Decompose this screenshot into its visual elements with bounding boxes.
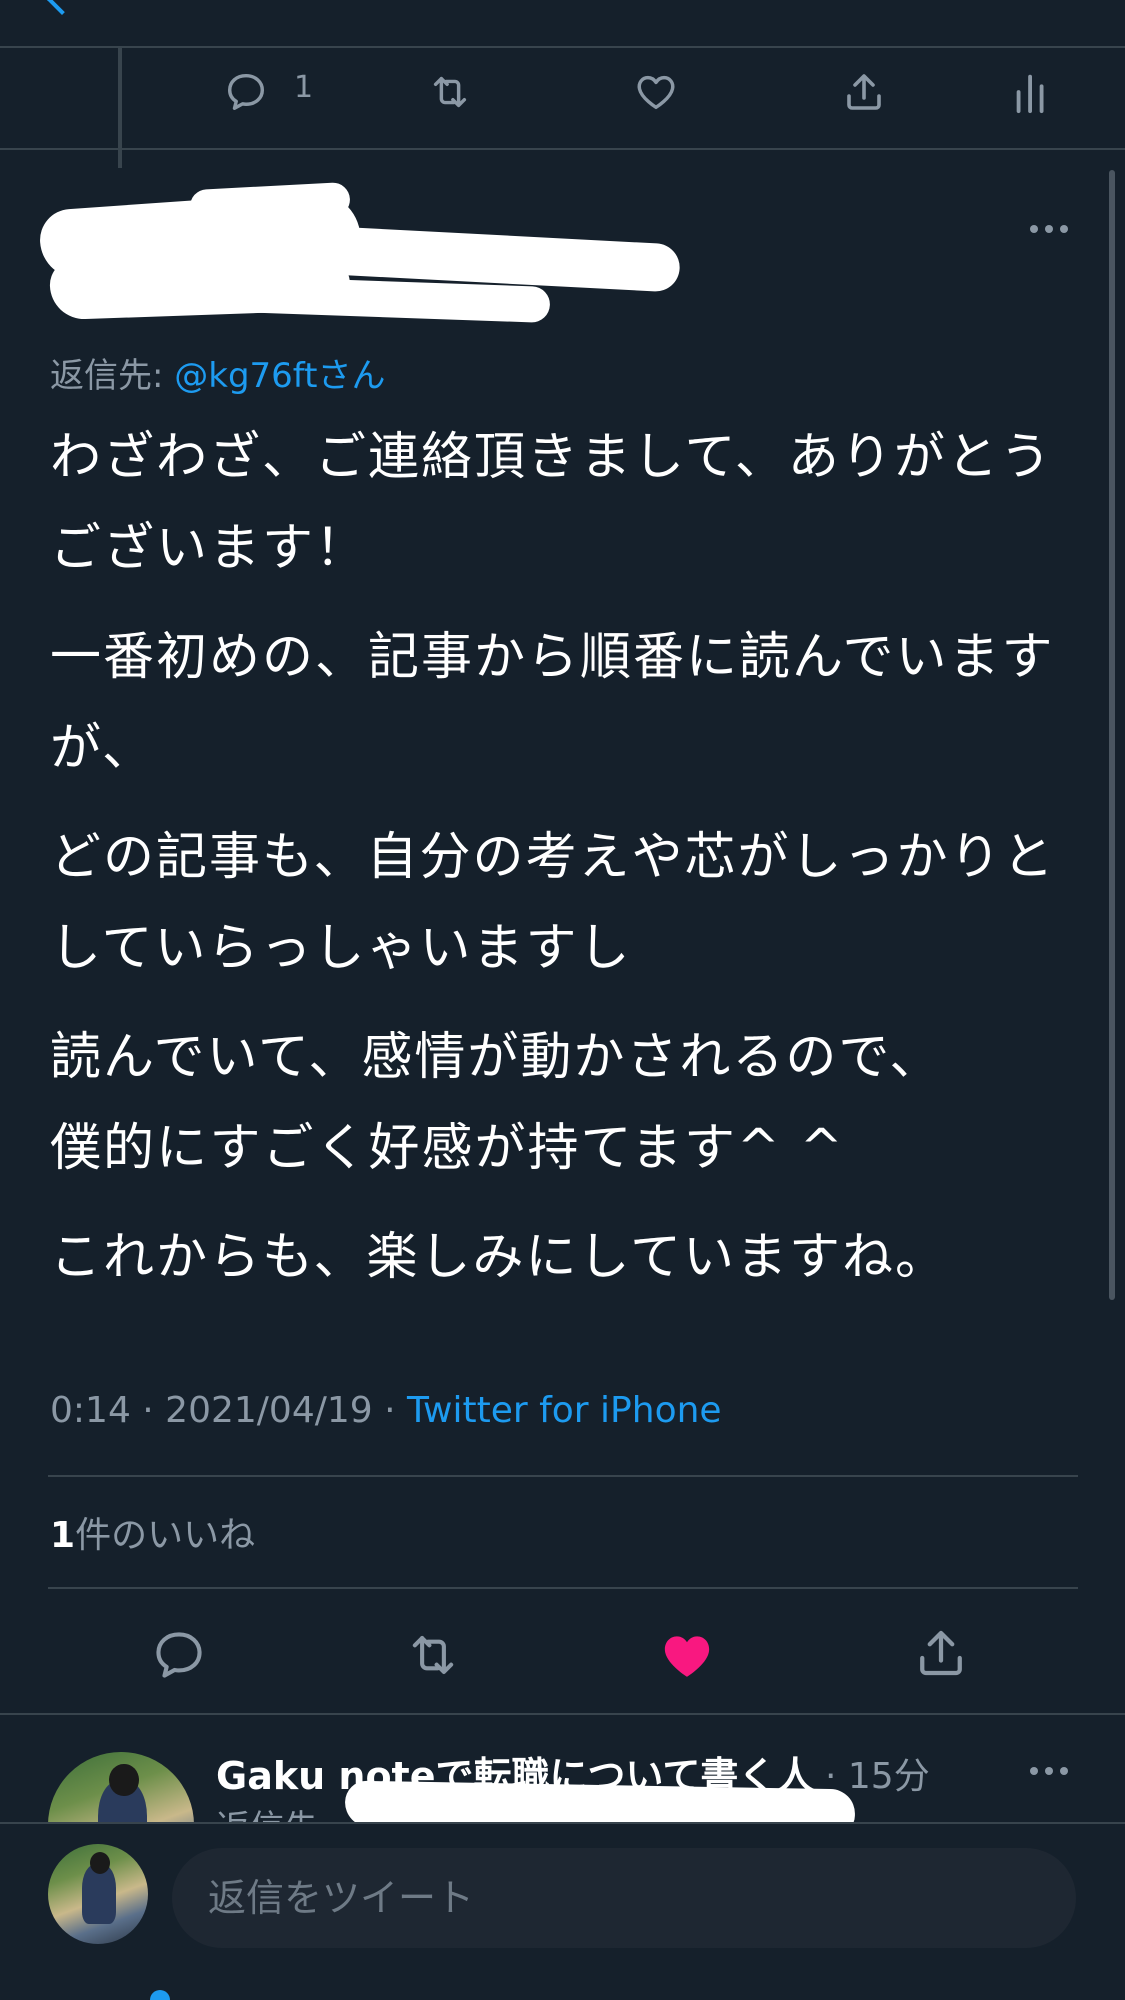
top-navigation-bar <box>0 0 1125 48</box>
retweet-icon[interactable] <box>398 1620 468 1690</box>
tweet-detail-screen: 1 返信先: @kg76ftさん わざわざ、ご連絡頂きまして、ありがとうございま… <box>0 0 1125 2000</box>
thread-connector-line <box>118 48 122 168</box>
back-arrow-icon[interactable] <box>45 0 79 15</box>
heart-icon[interactable] <box>626 62 686 122</box>
more-icon[interactable] <box>1030 225 1068 233</box>
tweet-paragraph: これからも、楽しみにしていますね。 <box>50 1228 948 1287</box>
tweet-timestamp: 0:14 · 2021/04/19 · <box>50 1390 407 1431</box>
reply-section-divider <box>0 1713 1125 1715</box>
share-icon[interactable] <box>834 62 894 122</box>
reply-to-line: 返信先: @kg76ftさん <box>50 348 386 397</box>
retweet-icon[interactable] <box>420 62 480 122</box>
reply-count: 1 <box>294 70 314 105</box>
heart-filled-icon[interactable] <box>652 1620 722 1690</box>
scrollbar[interactable] <box>1109 170 1115 1300</box>
avatar[interactable] <box>48 1844 148 1944</box>
tweet-source-link[interactable]: Twitter for iPhone <box>407 1390 722 1431</box>
reply-icon[interactable] <box>144 1620 214 1690</box>
meta-divider <box>48 1475 1078 1477</box>
likes-divider <box>48 1587 1078 1589</box>
tweet-paragraph: どの記事も、自分の考えや芯がしっかりとしていらっしゃいますし <box>50 828 1056 978</box>
tweet-paragraph: 一番初めの、記事から順番に読んでいますが、 <box>50 628 1055 778</box>
share-icon[interactable] <box>906 1618 976 1688</box>
reply-icon[interactable] <box>216 62 276 122</box>
reply-to-handle-link[interactable]: @kg76ftさん <box>174 356 385 396</box>
likes-count: 1 <box>50 1515 76 1556</box>
tweet-paragraph: わざわざ、ご連絡頂きまして、ありがとうございます！ <box>50 428 1053 578</box>
likes-label: 件のいいね <box>75 1515 256 1556</box>
tweet-text: わざわざ、ご連絡頂きまして、ありがとうございます！ 一番初めの、記事から順番に読… <box>50 412 1080 1321</box>
tweet-meta: 0:14 · 2021/04/19 · Twitter for iPhone <box>50 1390 722 1431</box>
more-icon[interactable] <box>1030 1767 1068 1775</box>
analytics-icon[interactable] <box>1002 62 1062 122</box>
reply-to-label: 返信先: <box>50 356 175 396</box>
tweet-paragraph: 読んでいて、感情が動かされるので、 僕的にすごく好感が持てます^ ^ <box>50 1028 943 1178</box>
likes-summary[interactable]: 1件のいいね <box>50 1506 255 1558</box>
section-divider <box>0 148 1125 150</box>
reply-input[interactable] <box>172 1848 1076 1948</box>
